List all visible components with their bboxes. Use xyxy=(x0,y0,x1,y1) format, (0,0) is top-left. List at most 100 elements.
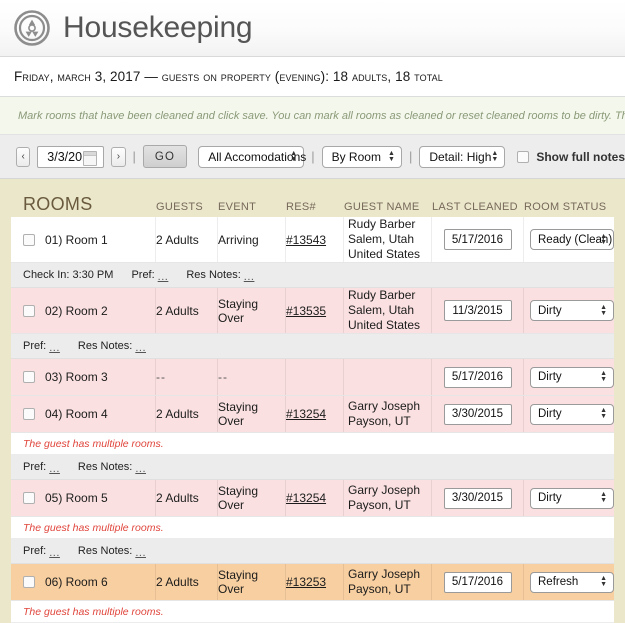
room-status-select[interactable]: Dirty ▲ ▼ xyxy=(530,487,614,509)
chevron-updown-icon: ▲ ▼ xyxy=(388,149,395,163)
room-status-select[interactable]: Ready (Clean) ▲ ▼ xyxy=(530,229,614,250)
res-cell: #13535 xyxy=(286,288,344,333)
room-cell: 02) Room 2 xyxy=(11,288,156,333)
date-input[interactable]: 3/3/2017 xyxy=(37,145,105,168)
res-cell: #13253 xyxy=(286,564,344,600)
table-row[interactable]: 01) Room 1 2 Adults Arriving #13543 Rudy Bar… xyxy=(11,217,614,263)
event-cell: Arriving xyxy=(218,217,286,262)
show-full-notes-checkbox[interactable] xyxy=(517,150,530,163)
guest-name: Garry Joseph xyxy=(348,399,421,413)
guests-cell: -- xyxy=(156,359,218,395)
room-clean-checkbox[interactable] xyxy=(23,371,35,383)
last-cleaned-input[interactable]: 3/30/2015 xyxy=(443,403,512,425)
instructions-text: Mark rooms that have been cleaned and cl… xyxy=(18,109,625,122)
room-status-select[interactable]: Dirty ▲ ▼ xyxy=(530,300,614,321)
room-cell: 04) Room 4 xyxy=(11,396,156,432)
event-value: -- xyxy=(218,370,228,384)
guests-cell: 2 Adults xyxy=(156,396,218,432)
table-row[interactable]: 05) Room 5 2 Adults Staying Over #13254 Garr… xyxy=(11,480,614,517)
guests-cell: 2 Adults xyxy=(156,564,218,600)
last-cleaned-input[interactable]: 11/3/2015 xyxy=(443,300,512,321)
res-notes-expand-link[interactable]: ... xyxy=(135,547,146,559)
res-notes-expand-link[interactable]: ... xyxy=(135,342,146,354)
guests-value: 2 Adults xyxy=(156,303,199,318)
event-cell: Staying Over xyxy=(218,480,286,516)
pref-field: Pref:... xyxy=(23,545,60,559)
event-cell: -- xyxy=(218,359,286,395)
guest-name-cell: Rudy Barber Salem, Utah United States xyxy=(344,217,432,262)
res-notes-expand-link[interactable]: ... xyxy=(244,271,255,283)
table-body: 01) Room 1 2 Adults Arriving #13543 Rudy Bar… xyxy=(11,217,614,623)
room-status-select[interactable]: Dirty ▲ ▼ xyxy=(530,366,614,388)
previous-day-button[interactable]: ‹ xyxy=(16,146,31,167)
subtitle-bar: FRIDAY, MARCH 3, 2017 — GUESTS ON PROPER… xyxy=(0,57,625,97)
chevron-updown-icon: ▲ ▼ xyxy=(600,407,607,420)
event-value: Staying Over xyxy=(218,400,259,428)
show-full-notes-label: Show full notes xyxy=(536,149,625,164)
room-clean-checkbox[interactable] xyxy=(23,233,35,246)
guest-name: Rudy Barber xyxy=(348,217,416,231)
show-full-notes-group: Show full notes xyxy=(517,150,625,164)
reservation-link[interactable]: #13254 xyxy=(286,491,326,505)
last-cleaned-input[interactable]: 5/17/2016 xyxy=(443,366,512,388)
guest-name-cell: Garry Joseph Payson, UT xyxy=(344,564,432,600)
room-status-cell: Dirty ▲ ▼ xyxy=(524,480,614,516)
pref-label: Pref: xyxy=(23,340,47,352)
table-row[interactable]: 02) Room 2 2 Adults Staying Over #13535 Rudy… xyxy=(11,288,614,334)
column-header-guest-name: GUEST NAME xyxy=(344,201,420,213)
accommodations-select[interactable]: All Accomodations ▲ ▼ xyxy=(198,145,306,168)
column-header-res: RES# xyxy=(286,201,316,213)
pref-expand-link[interactable]: ... xyxy=(49,463,60,475)
room-status-value: Refresh xyxy=(538,576,579,588)
pref-expand-link[interactable]: ... xyxy=(49,342,60,354)
room-clean-checkbox[interactable] xyxy=(23,408,35,420)
table-row[interactable]: 04) Room 4 2 Adults Staying Over #13254 Garr… xyxy=(11,396,614,433)
room-clean-checkbox[interactable] xyxy=(23,492,35,504)
room-clean-checkbox[interactable] xyxy=(23,304,35,317)
room-clean-checkbox[interactable] xyxy=(23,576,35,588)
event-value: Staying Over xyxy=(218,484,259,512)
chevron-updown-icon: ▲ ▼ xyxy=(600,491,607,504)
res-cell: #13543 xyxy=(286,217,344,262)
next-day-button[interactable]: › xyxy=(111,146,126,167)
room-status-select[interactable]: Dirty ▲ ▼ xyxy=(530,403,614,425)
table-row[interactable]: 06) Room 6 2 Adults Staying Over #13253 Garr… xyxy=(11,564,614,601)
last-cleaned-input[interactable]: 5/17/2016 xyxy=(443,571,512,593)
reservation-link[interactable]: #13253 xyxy=(286,575,326,589)
room-status-select[interactable]: Refresh ▲ ▼ xyxy=(530,571,614,593)
room-status-value: Dirty xyxy=(538,304,562,317)
pref-expand-link[interactable]: ... xyxy=(158,271,169,283)
guest-name: Garry Joseph xyxy=(348,567,421,581)
multiple-rooms-warning: The guest has multiple rooms. xyxy=(11,517,614,539)
last-cleaned-cell: 5/17/2016 xyxy=(432,359,524,395)
check-in-label: Check In: xyxy=(23,269,70,281)
guests-value: -- xyxy=(156,370,166,384)
multiple-rooms-warning: The guest has multiple rooms. xyxy=(11,433,614,455)
last-cleaned-input[interactable]: 3/30/2015 xyxy=(443,487,512,509)
last-cleaned-cell: 5/17/2016 xyxy=(432,564,524,600)
calendar-icon[interactable] xyxy=(83,150,98,166)
go-button[interactable]: GO xyxy=(142,145,188,168)
room-cell: 01) Room 1 xyxy=(11,217,156,262)
detail-level-select[interactable]: Detail: High ▲ ▼ xyxy=(419,145,506,168)
res-notes-field: Res Notes:... xyxy=(78,461,146,475)
pref-expand-link[interactable]: ... xyxy=(49,547,60,559)
guests-value: 2 Adults xyxy=(156,491,199,505)
recycle-circle-icon xyxy=(14,10,50,46)
pref-field: Pref:... xyxy=(23,461,60,475)
room-label: 06) Room 6 xyxy=(45,575,108,589)
last-cleaned-cell: 3/30/2015 xyxy=(432,396,524,432)
event-cell: Staying Over xyxy=(218,396,286,432)
table-row[interactable]: 03) Room 3 -- -- 5/17/2016 Dirty ▲ ▼ xyxy=(11,359,614,396)
grouping-select[interactable]: By Room ▲ ▼ xyxy=(321,145,402,168)
res-notes-expand-link[interactable]: ... xyxy=(135,463,146,475)
reservation-link[interactable]: #13535 xyxy=(286,304,326,318)
row-details: Pref:... Res Notes:... xyxy=(11,455,614,480)
last-cleaned-input[interactable]: 5/17/2016 xyxy=(443,229,512,250)
guest-location: Salem, Utah United States xyxy=(348,303,421,332)
pref-field: Pref:... xyxy=(23,340,60,354)
check-in-value: 3:30 PM xyxy=(72,269,114,281)
reservation-link[interactable]: #13543 xyxy=(286,233,326,247)
guest-name: Rudy Barber xyxy=(348,288,416,302)
reservation-link[interactable]: #13254 xyxy=(286,407,326,421)
